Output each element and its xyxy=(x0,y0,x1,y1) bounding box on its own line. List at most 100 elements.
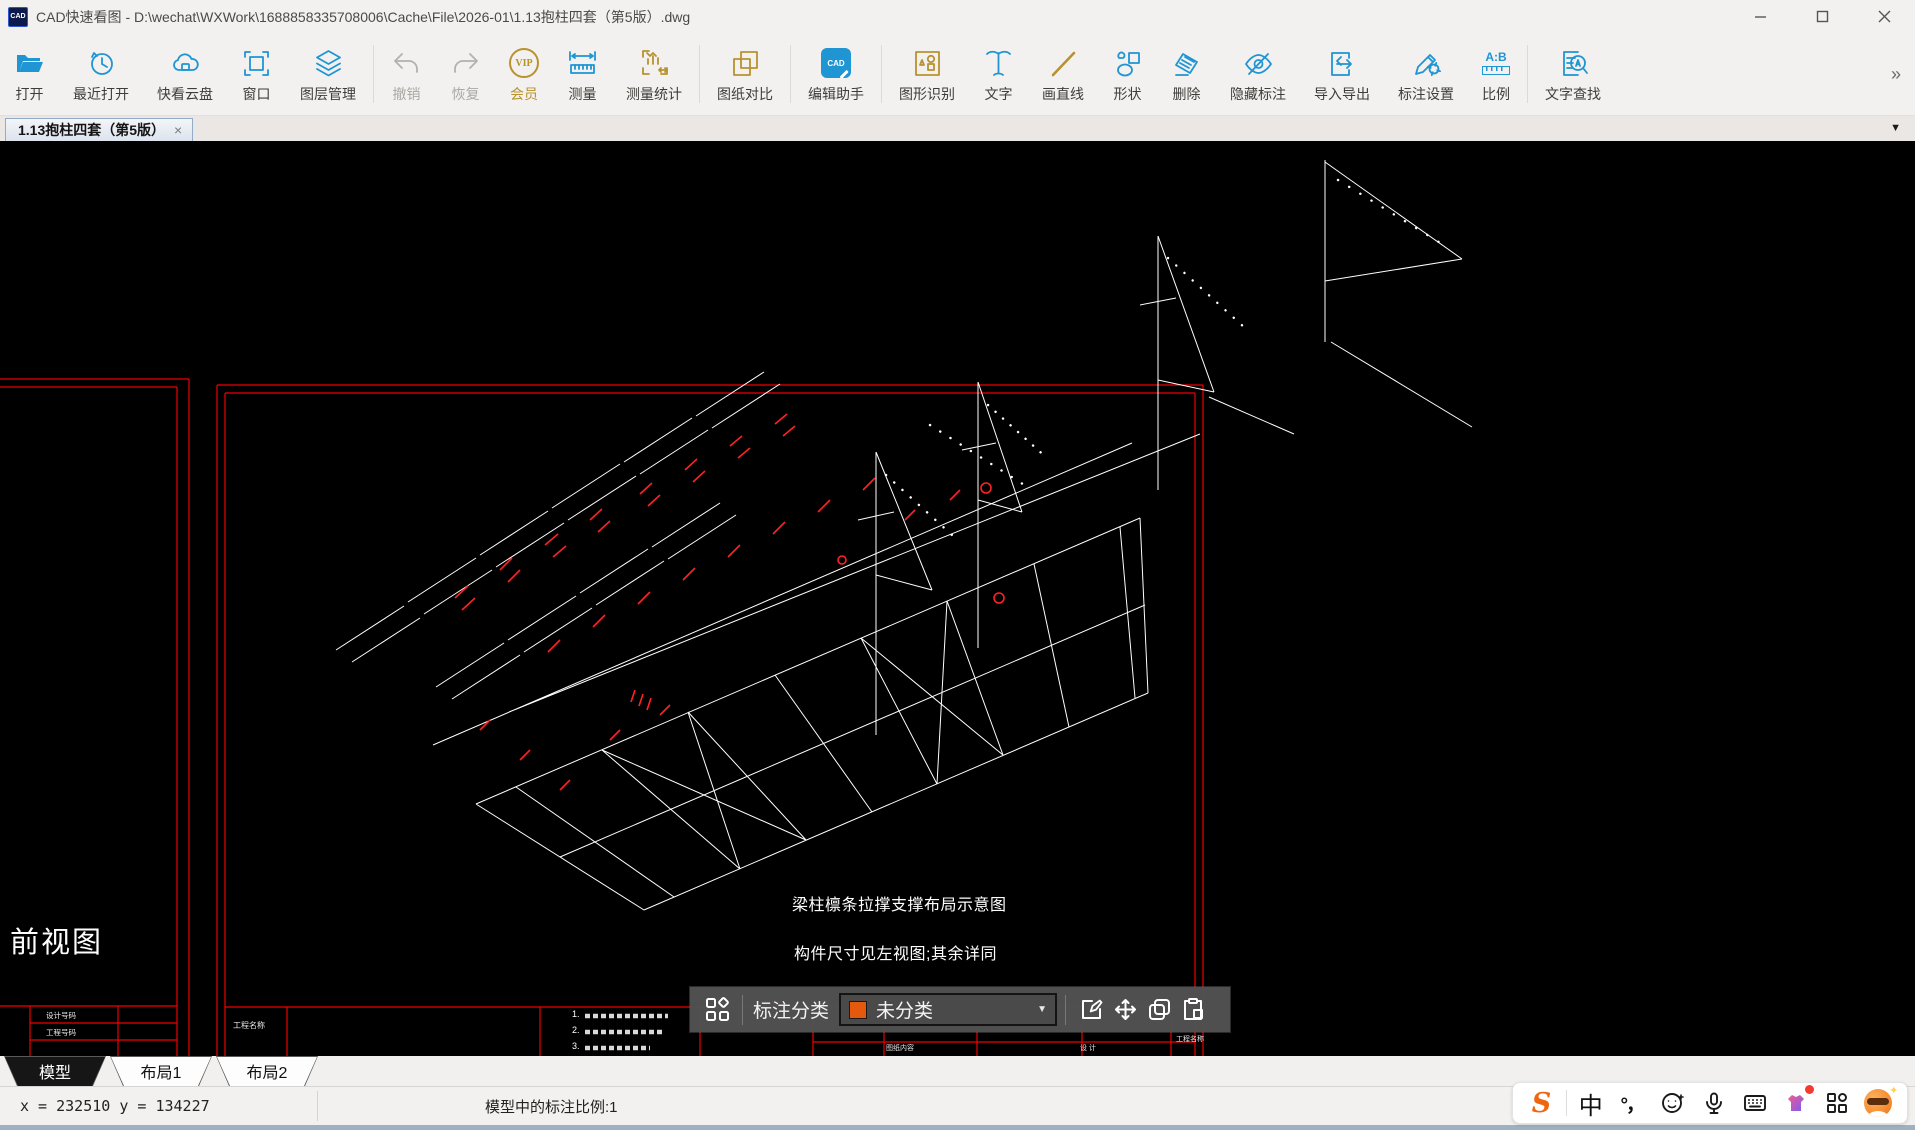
keyboard-icon[interactable] xyxy=(1738,1086,1772,1120)
document-tab[interactable]: 1.13抱柱四套（第5版） × xyxy=(5,118,194,141)
sheet-tab-model[interactable]: 模型 xyxy=(4,1056,106,1086)
emoji-icon[interactable] xyxy=(1656,1086,1690,1120)
ime-divider xyxy=(1565,1090,1567,1116)
move-annotation-button[interactable] xyxy=(1108,993,1142,1027)
measure-icon xyxy=(567,44,598,82)
punctuation-icon[interactable]: °， xyxy=(1615,1086,1649,1120)
redo-icon xyxy=(450,44,481,82)
toolbar-item-text[interactable]: 文字 xyxy=(969,35,1028,113)
close-button[interactable] xyxy=(1853,0,1915,33)
layers-icon xyxy=(313,44,344,82)
annotation-toolbar-divider xyxy=(1065,994,1067,1025)
window-bottom-edge xyxy=(0,1125,1915,1130)
annotation-scale-info: 模型中的标注比例:1 xyxy=(485,1098,618,1116)
cursor-coordinates: x = 232510 y = 134227 xyxy=(20,1097,210,1115)
dropdown-arrow-icon: ▼ xyxy=(1037,1004,1048,1015)
toolbar-item-measure[interactable]: 测量 xyxy=(553,35,612,113)
drawing-canvas[interactable]: 前视图 梁柱檩条拉撑支撑布局示意图 构件尺寸见左视图;其余详同 设计号码 工程号… xyxy=(0,141,1915,1056)
annotation-toolbar: 标注分类 未分类 ▼ xyxy=(690,987,1230,1032)
toolbar-item-hide-annotations[interactable]: 隐藏标注 xyxy=(1216,35,1300,113)
titleblock-project-name: 工程名称 xyxy=(233,1021,265,1030)
assistant-badge-icon[interactable]: ✦ xyxy=(1861,1085,1899,1120)
document-tab-bar: 1.13抱柱四套（第5版） × ▼ xyxy=(0,116,1915,141)
toolbar-overflow-button[interactable]: » xyxy=(1891,64,1901,85)
drawing-compare-icon xyxy=(730,44,761,82)
chinese-mode-icon[interactable]: 中 xyxy=(1574,1086,1608,1120)
copy-icon xyxy=(1148,999,1170,1020)
microphone-icon[interactable] xyxy=(1697,1086,1731,1120)
annotation-toolbar-divider xyxy=(742,994,743,1025)
toolbar-divider xyxy=(881,45,882,103)
note-text-strips xyxy=(585,1013,668,1051)
toolbar-item-import-export[interactable]: 导入导出 xyxy=(1300,35,1384,113)
notification-dot xyxy=(1805,1085,1815,1094)
toolbar-item-erase[interactable]: 删除 xyxy=(1157,35,1216,113)
cad-viewer-window: CAD CAD快速看图 - D:\wechat\WXWork\168885833… xyxy=(0,0,1915,1130)
sheet-tab-label: 布局1 xyxy=(140,1065,182,1082)
toolbar-item-undo[interactable]: 撤销 xyxy=(377,35,436,113)
toolbar-divider xyxy=(1527,45,1528,103)
annotation-category-label: 标注分类 xyxy=(753,1001,830,1022)
toolbar-item-compare[interactable]: 图纸对比 xyxy=(703,35,787,113)
hide-annotations-icon xyxy=(1243,44,1274,82)
sheet-tab-layout2[interactable]: 布局2 xyxy=(216,1056,318,1086)
sparkle-icon: ✦ xyxy=(1889,1085,1899,1097)
titleblock-project-name-right: 工程名称 xyxy=(1176,1036,1204,1043)
grid-icon xyxy=(705,997,729,1021)
toolbar-item-window[interactable]: 窗口 xyxy=(227,35,286,113)
note-number-1: 1. xyxy=(572,1009,580,1019)
annotation-settings-icon xyxy=(1411,44,1442,82)
tab-close-icon[interactable]: × xyxy=(174,122,182,138)
title-bar: CAD CAD快速看图 - D:\wechat\WXWork\168885833… xyxy=(0,0,1915,33)
toolbar-item-cloud[interactable]: 快看云盘 xyxy=(143,35,227,113)
skin-icon[interactable] xyxy=(1779,1085,1815,1120)
toolbar-item-redo[interactable]: 恢复 xyxy=(436,35,495,113)
annotation-grid-button[interactable] xyxy=(700,993,734,1027)
toolbar-item-shapes[interactable]: 形状 xyxy=(1098,35,1157,113)
toolbar-item-shape-recognition[interactable]: 图形识别 xyxy=(885,35,969,113)
annotation-category-select[interactable]: 未分类 ▼ xyxy=(839,993,1058,1026)
titleblock-design-no: 设计号码 xyxy=(46,1011,76,1020)
minimize-button[interactable] xyxy=(1729,0,1791,33)
toolbar-item-draw-line[interactable]: 画直线 xyxy=(1028,35,1098,113)
edit-annotation-button[interactable] xyxy=(1074,993,1108,1027)
paste-annotation-button[interactable] xyxy=(1176,993,1210,1027)
sogou-logo-icon[interactable]: S xyxy=(1525,1086,1559,1120)
toolbar-item-open[interactable]: 打开 xyxy=(0,35,59,113)
edit-assistant-icon: CAD xyxy=(821,44,851,82)
toolbar-item-scale[interactable]: A:B 比例 xyxy=(1468,35,1524,113)
note-number-2: 2. xyxy=(572,1025,580,1035)
shape-recognition-icon xyxy=(912,44,943,82)
maximize-button[interactable] xyxy=(1791,0,1853,33)
copy-annotation-button[interactable] xyxy=(1142,993,1176,1027)
vip-icon: VIP xyxy=(509,44,539,82)
selected-category: 未分类 xyxy=(876,1001,934,1022)
cad-drawing xyxy=(0,160,1473,1056)
ime-toolbar: S 中 °， ✦ xyxy=(1512,1082,1908,1124)
toolbar-item-annotation-settings[interactable]: 标注设置 xyxy=(1384,35,1468,113)
main-toolbar: 打开 最近打开 快看云盘 窗口 图层管理 撤销 恢复 VIP 会员 测量 测量统… xyxy=(0,33,1915,116)
edit-annotation-icon xyxy=(1081,999,1102,1019)
toolbar-item-layers[interactable]: 图层管理 xyxy=(286,35,370,113)
window-controls xyxy=(1729,0,1915,33)
scale-icon: A:B xyxy=(1482,44,1510,82)
document-tab-label: 1.13抱柱四套（第5版） xyxy=(18,122,166,138)
tab-list-dropdown-icon[interactable]: ▼ xyxy=(1890,122,1901,134)
toolbar-item-measure-stats[interactable]: 测量统计 xyxy=(612,35,696,113)
toolbar-item-recent[interactable]: 最近打开 xyxy=(59,35,143,113)
drawing-frames xyxy=(0,378,1204,1056)
move-icon xyxy=(1114,999,1136,1020)
toolbar-item-edit-assistant[interactable]: CAD 编辑助手 xyxy=(794,35,878,113)
window-title: CAD快速看图 - D:\wechat\WXWork\1688858335708… xyxy=(36,8,691,25)
sheet-tab-layout1[interactable]: 布局1 xyxy=(110,1056,212,1086)
sheet-tab-label: 模型 xyxy=(38,1065,71,1082)
red-annotation-marks xyxy=(454,413,1005,791)
toolbar-item-vip[interactable]: VIP 会员 xyxy=(495,35,553,113)
measure-stats-icon xyxy=(639,44,670,82)
toolbar-item-text-search[interactable]: 文字查找 xyxy=(1531,35,1615,113)
category-color-swatch xyxy=(849,1000,868,1019)
dotted-lines xyxy=(884,178,1444,537)
status-divider xyxy=(317,1091,318,1121)
recent-files-icon xyxy=(86,44,117,82)
toolbox-grid-icon[interactable] xyxy=(1820,1086,1854,1120)
